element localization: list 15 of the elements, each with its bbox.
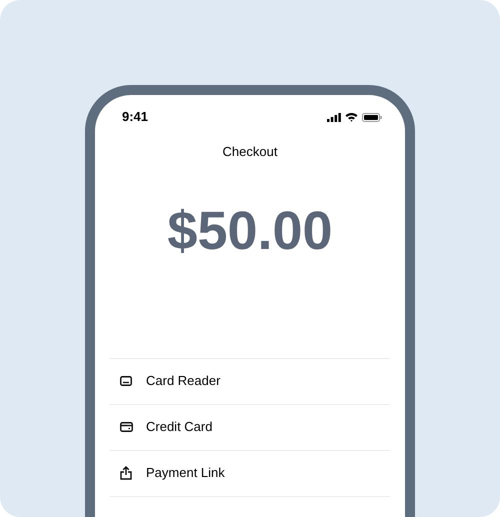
payment-method-label: Payment Link: [146, 464, 225, 482]
payment-method-label: Card Reader: [146, 372, 220, 390]
battery-icon: [362, 112, 382, 122]
amount-display: $50.00: [167, 204, 333, 258]
screen-title: Checkout: [222, 143, 278, 161]
payment-method-row[interactable]: Card Reader: [110, 358, 390, 404]
payment-method-row[interactable]: Credit Card: [110, 404, 390, 450]
credit-card-icon: [120, 422, 132, 432]
share-icon: [120, 466, 132, 480]
card-reader-icon: [120, 376, 132, 386]
payment-method-row[interactable]: Payment Link: [110, 450, 390, 496]
payment-method-label: Credit Card: [146, 418, 212, 436]
signal-icon: [327, 112, 341, 122]
wifi-icon: [345, 112, 358, 122]
status-time: 9:41: [122, 108, 148, 126]
